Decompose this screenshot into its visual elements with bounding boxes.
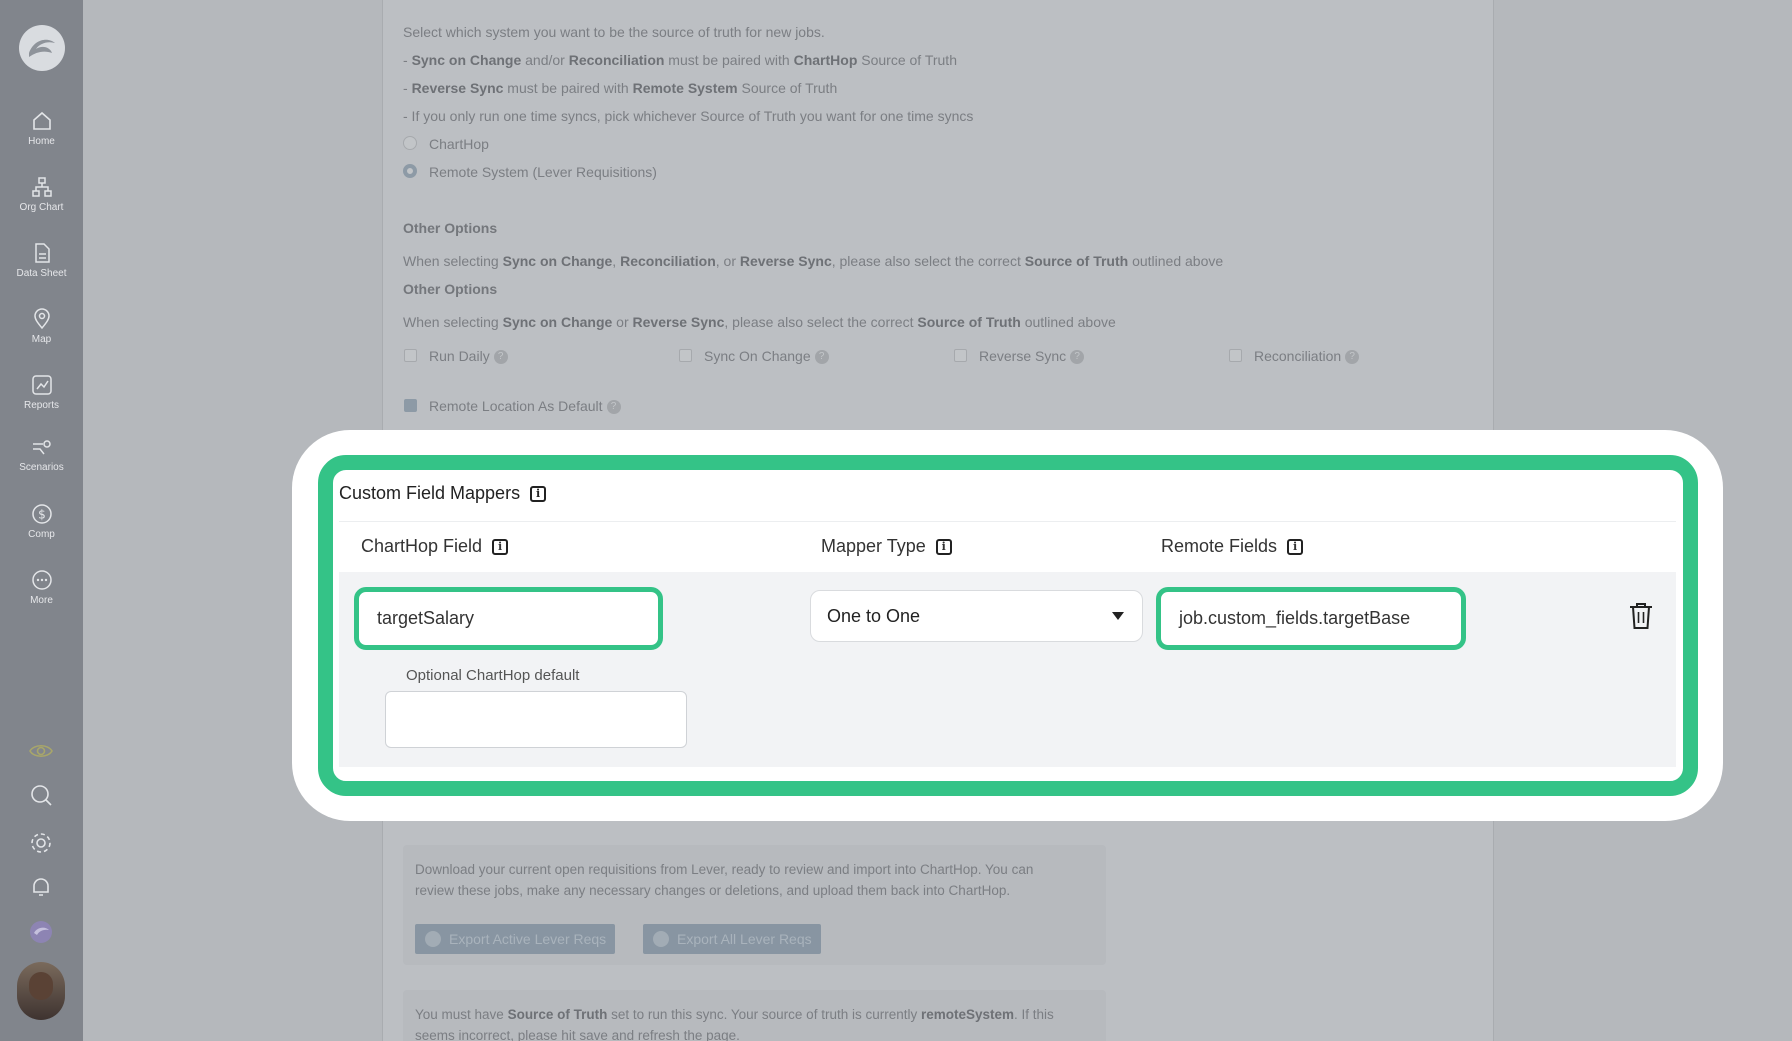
optional-default-label: Optional ChartHop default (406, 667, 580, 684)
avatar-face (29, 972, 53, 1000)
info-icon[interactable]: i (1287, 538, 1304, 555)
help-icon[interactable]: ? (606, 400, 621, 415)
sidebar-item-data-sheet[interactable]: Data Sheet (0, 242, 83, 279)
reports-icon (31, 375, 52, 395)
mapper-type-select[interactable]: One to One (810, 590, 1143, 642)
sidebar-item-label: Map (31, 334, 52, 345)
sidebar-item-org-chart[interactable]: Org Chart (0, 176, 83, 213)
export-all-lever-reqs-button[interactable]: Export All Lever Reqs (643, 924, 821, 954)
help-icon[interactable]: ? (814, 350, 829, 365)
sidebar-item-label: Reports (23, 400, 59, 411)
source-of-truth-rule-2: - Reverse Sync must be paired with Remot… (403, 80, 838, 96)
export-description-line-2: review these jobs, make any necessary ch… (415, 883, 1011, 898)
sync-note-line-1: You must have Source of Truth set to run… (415, 1007, 1054, 1022)
scenarios-icon (32, 440, 51, 455)
checkbox-label-run-daily: Run Daily? (429, 348, 508, 365)
sidebar-item-label: Comp (28, 529, 55, 540)
download-icon (653, 931, 669, 947)
sidebar-item-label: More (30, 595, 53, 606)
checkbox-run-daily[interactable] (404, 349, 417, 362)
optional-default-input[interactable] (385, 691, 687, 748)
info-icon[interactable]: i (492, 538, 509, 555)
caret-down-icon (1112, 612, 1124, 620)
sync-note-line-2: seems incorrect, please hit save and ref… (415, 1028, 740, 1041)
checkbox-label-reconciliation: Reconciliation? (1254, 348, 1360, 365)
other-options-heading-1: Other Options (403, 220, 498, 236)
avatar[interactable] (17, 962, 65, 1020)
info-icon[interactable]: i (530, 485, 547, 502)
other-options-heading-2: Other Options (403, 281, 498, 297)
custom-field-mappers-title: Custom Field Mappers i (339, 483, 547, 504)
sidebar-item-label: Scenarios (19, 462, 64, 473)
sidebar-item-reports[interactable]: Reports (0, 374, 83, 411)
gear-icon[interactable] (27, 829, 55, 857)
svg-text:$: $ (38, 508, 46, 522)
sidebar-item-home[interactable]: Home (0, 110, 83, 147)
sidebar: Home Org Chart Data Sheet Map Reports Sc… (0, 0, 83, 1041)
checkbox-label-sync-on-change: Sync On Change? (704, 348, 829, 365)
other-options-note-2: When selecting Sync on Change or Reverse… (403, 314, 1116, 330)
sidebar-item-comp[interactable]: $ Comp (0, 503, 83, 540)
trash-icon[interactable] (1628, 601, 1654, 631)
sidebar-item-label: Data Sheet (16, 268, 67, 279)
help-icon[interactable]: ? (1070, 350, 1085, 365)
export-description-line-1: Download your current open requisitions … (415, 862, 1034, 877)
mapper-table-header: ChartHop Field i Mapper Type i Remote Fiel… (339, 521, 1676, 572)
more-icon (31, 570, 52, 590)
data-sheet-icon (34, 243, 50, 263)
app-logo-icon[interactable] (27, 918, 55, 946)
checkbox-remote-location-default[interactable] (404, 399, 417, 412)
radio-charthop[interactable] (403, 136, 417, 150)
info-icon[interactable]: i (935, 538, 952, 555)
map-pin-icon (33, 308, 50, 330)
checkbox-reconciliation[interactable] (1229, 349, 1242, 362)
eye-icon[interactable] (27, 737, 55, 765)
help-icon[interactable]: ? (493, 350, 508, 365)
sidebar-item-map[interactable]: Map (0, 308, 83, 345)
charthop-field-input[interactable]: targetSalary (354, 587, 663, 650)
sidebar-item-more[interactable]: More (0, 569, 83, 606)
app-logo[interactable] (19, 25, 65, 71)
sidebar-item-label: Home (28, 136, 55, 147)
source-of-truth-rule-3: - If you only run one time syncs, pick w… (403, 108, 974, 124)
radio-label-charthop: ChartHop (429, 136, 489, 152)
radio-remote-system[interactable] (403, 164, 417, 178)
download-icon (425, 931, 441, 947)
checkbox-sync-on-change[interactable] (679, 349, 692, 362)
bell-icon[interactable] (27, 873, 55, 901)
remote-field-input[interactable]: job.custom_fields.targetBase (1156, 587, 1466, 650)
column-header-charthop-field: ChartHop Field i (361, 536, 509, 557)
org-chart-icon (31, 177, 52, 197)
checkbox-reverse-sync[interactable] (954, 349, 967, 362)
other-options-note-1: When selecting Sync on Change, Reconcili… (403, 253, 1224, 269)
checkbox-label-reverse-sync: Reverse Sync? (979, 348, 1085, 365)
dollar-icon: $ (31, 504, 52, 524)
column-header-remote-fields: Remote Fields i (1161, 536, 1304, 557)
column-header-mapper-type: Mapper Type i (821, 536, 952, 557)
search-icon[interactable] (27, 781, 55, 809)
radio-label-remote-system: Remote System (Lever Requisitions) (429, 164, 657, 180)
source-of-truth-description: Select which system you want to be the s… (403, 24, 825, 40)
logo-icon (29, 39, 55, 57)
checkbox-label-remote-location-default: Remote Location As Default? (429, 398, 621, 415)
export-active-lever-reqs-button[interactable]: Export Active Lever Reqs (415, 924, 615, 954)
home-icon (32, 111, 51, 130)
sidebar-item-scenarios[interactable]: Scenarios (0, 440, 83, 473)
source-of-truth-rule-1: - Sync on Change and/or Reconciliation m… (403, 52, 957, 68)
help-icon[interactable]: ? (1345, 350, 1360, 365)
sidebar-item-label: Org Chart (19, 202, 64, 213)
